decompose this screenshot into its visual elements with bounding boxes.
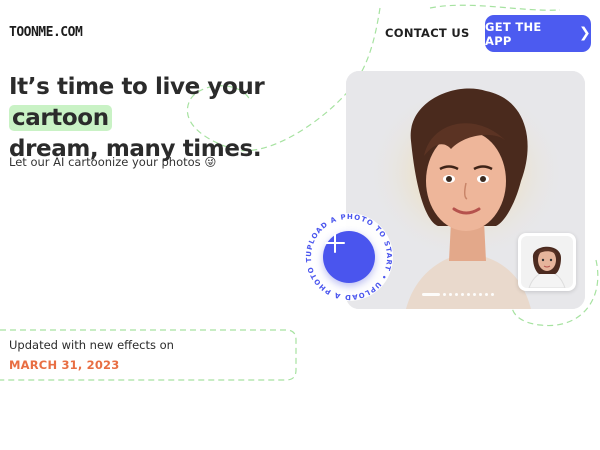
update-info: Updated with new effects on MARCH 31, 20… (9, 338, 174, 372)
carousel-dot[interactable] (479, 293, 482, 296)
carousel-dot[interactable] (461, 293, 464, 296)
update-date: MARCH 31, 2023 (9, 358, 120, 372)
plus-icon (325, 233, 345, 253)
get-the-app-label: GET THE APP (485, 19, 542, 48)
carousel-dot[interactable] (473, 293, 476, 296)
carousel-dot[interactable] (449, 293, 452, 296)
original-photo-thumbnail[interactable] (518, 233, 576, 291)
logo[interactable]: TOONME.COM (9, 25, 83, 40)
carousel-dot[interactable] (467, 293, 470, 296)
headline: It’s time to live your cartoon dream, man… (9, 72, 349, 165)
get-the-app-button[interactable]: GET THE APP ❯ (485, 15, 591, 52)
update-label: Updated with new effects on (9, 338, 174, 352)
photo-thumbnail-image (521, 236, 573, 288)
upload-photo-widget[interactable]: UPLOAD A PHOTO TO START • UPLOAD A PHOTO… (304, 212, 394, 302)
subtext: Let our AI cartoonize your photos 😜 (9, 155, 217, 169)
carousel-indicator (422, 293, 494, 296)
carousel-dot[interactable] (455, 293, 458, 296)
upload-button[interactable] (323, 231, 375, 283)
carousel-dot[interactable] (443, 293, 446, 296)
headline-part-1: It’s time to live your (9, 74, 265, 100)
carousel-dot[interactable] (422, 293, 440, 296)
carousel-dot[interactable] (485, 293, 488, 296)
contact-us-link[interactable]: CONTACT US (385, 26, 470, 40)
headline-highlight: cartoon (9, 105, 112, 131)
carousel-dot[interactable] (491, 293, 494, 296)
chevron-right-icon: ❯ (578, 24, 591, 41)
